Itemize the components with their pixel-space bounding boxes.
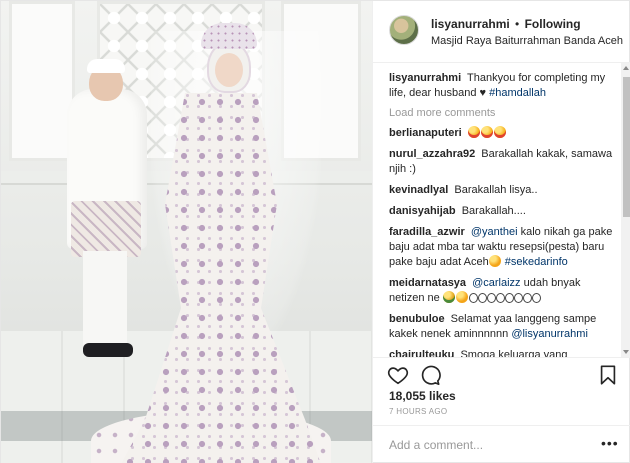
post-side-panel: lisyanurrahmi • Following Masjid Raya Ba… [372, 1, 630, 463]
comment-item: benubuloe Selamat yaa langgeng sampe kak… [389, 312, 617, 342]
comment-item: faradilla_azwir @yanthei kalo nikah ga p… [389, 225, 617, 270]
comment-item: chairulteuku Smoga keluarga yang [389, 348, 617, 357]
eyes-emoji-icon [504, 293, 514, 303]
location-link[interactable]: Masjid Raya Baiturrahman Banda Aceh [431, 35, 623, 47]
avatar[interactable] [389, 15, 419, 45]
post-header: lisyanurrahmi • Following Masjid Raya Ba… [373, 1, 630, 63]
scroll-down-arrow-icon[interactable] [621, 346, 630, 357]
groom-cap [87, 59, 125, 73]
eyes-emoji-icon [522, 293, 532, 303]
comment-text: Barakallah.... [461, 205, 526, 217]
eyes-emoji-icon [513, 293, 523, 303]
caption: lisyanurrahmi Thankyou for completing my… [389, 71, 617, 101]
comment-item: kevinadlyal Barakallah lisya.. [389, 183, 617, 198]
eyes-emoji-icon [486, 293, 496, 303]
comment-username[interactable]: meidarnatasya [389, 277, 466, 289]
groom-legs [83, 251, 127, 347]
add-comment-input[interactable] [389, 436, 589, 454]
scroll-up-arrow-icon[interactable] [621, 63, 630, 74]
header-user: lisyanurrahmi • Following [431, 17, 581, 31]
instagram-post: lisyanurrahmi • Following Masjid Raya Ba… [0, 0, 630, 463]
comment-item: berlianaputeri [389, 126, 617, 141]
comment-item: danisyahijab Barakallah.... [389, 204, 617, 219]
following-button[interactable]: Following [525, 17, 581, 31]
username-link[interactable]: lisyanurrahmi [431, 17, 510, 31]
scroll-thumb[interactable] [623, 77, 630, 217]
bride-crown [201, 23, 257, 49]
eyes-emoji-icon [468, 293, 478, 303]
heart-eyes-emoji-icon [467, 126, 480, 138]
caption-username[interactable]: lisyanurrahmi [389, 72, 461, 84]
eyes-emoji-icon [477, 293, 487, 303]
separator-dot: • [515, 17, 520, 31]
add-comment-section: ••• [373, 425, 630, 463]
action-bar [373, 357, 630, 387]
comment-username[interactable]: nurul_azzahra92 [389, 148, 475, 160]
tired-face-emoji-icon [442, 291, 455, 303]
grin-emoji-icon [488, 255, 501, 267]
caption-hashtag[interactable]: #hamdallah [489, 87, 546, 99]
comment-mention[interactable]: @yanthei [471, 226, 518, 238]
like-count[interactable]: 18,055 likes [389, 389, 456, 403]
comments-scrollbar[interactable] [621, 63, 630, 357]
heart-icon[interactable] [387, 364, 409, 386]
comment-username[interactable]: benubuloe [389, 313, 445, 325]
eyes-emoji-icon [531, 293, 541, 303]
comment-mention[interactable]: @carlaizz [472, 277, 520, 289]
comment-mention[interactable]: @lisyanurrahmi [511, 328, 588, 340]
groom-shoes [83, 343, 133, 357]
comment-text: Smoga keluarga yang [460, 349, 568, 357]
heart-eyes-emoji-icon [493, 126, 506, 138]
bride-face [215, 53, 243, 87]
comment-username[interactable]: danisyahijab [389, 205, 456, 217]
comment-username[interactable]: chairulteuku [389, 349, 454, 357]
post-photo[interactable] [1, 1, 372, 463]
comment-hashtag[interactable]: #sekedarinfo [505, 256, 568, 268]
comment-text: Barakallah lisya.. [454, 184, 538, 196]
load-more-comments[interactable]: Load more comments [389, 107, 621, 119]
groom-songket [71, 201, 141, 257]
eyes-emoji-icon [495, 293, 505, 303]
comment-item: nurul_azzahra92 Barakallah kakak, samawa… [389, 147, 617, 177]
more-options-icon[interactable]: ••• [601, 435, 619, 451]
comment-item: meidarnatasya @carlaizz udah bnyak netiz… [389, 276, 617, 306]
bookmark-icon[interactable] [597, 364, 619, 386]
comment-icon[interactable] [419, 364, 441, 386]
post-timestamp[interactable]: 7 HOURS AGO [389, 407, 447, 416]
comment-username[interactable]: kevinadlyal [389, 184, 448, 196]
comments-list[interactable]: lisyanurrahmi Thankyou for completing my… [373, 63, 621, 357]
comment-username[interactable]: berlianaputeri [389, 127, 462, 139]
heart-eyes-emoji-icon [480, 126, 493, 138]
window-left [9, 1, 75, 161]
grimace-emoji-icon [455, 291, 468, 303]
comment-username[interactable]: faradilla_azwir [389, 226, 465, 238]
